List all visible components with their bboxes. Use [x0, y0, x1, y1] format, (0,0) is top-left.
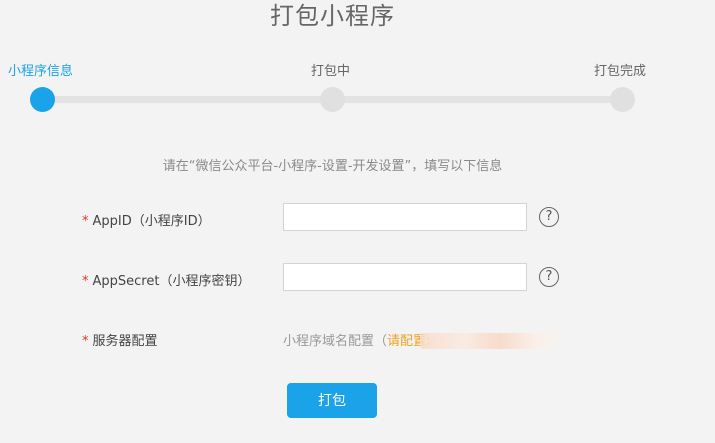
domain-config-prefix: 小程序域名配置（	[283, 334, 388, 349]
appid-label-text: AppID（小程序ID）	[92, 214, 211, 229]
step-label-done: 打包完成	[594, 64, 647, 79]
redacted-area	[420, 333, 565, 349]
appid-label: * AppID（小程序ID）	[82, 210, 211, 229]
page-title: 打包小程序	[270, 2, 395, 30]
server-config-label-text: 服务器配置	[92, 334, 158, 349]
instruction-text: 请在“微信公众平台-小程序-设置-开发设置”，填写以下信息	[162, 159, 503, 174]
step-dot-info	[30, 87, 55, 112]
required-mark: *	[82, 334, 89, 349]
appsecret-label-text: AppSecret（小程序密钥）	[92, 274, 251, 289]
appsecret-label: * AppSecret（小程序密钥）	[82, 270, 250, 289]
step-dot-done	[610, 87, 635, 112]
required-mark: *	[82, 214, 89, 229]
step-label-info: 小程序信息	[8, 64, 74, 79]
domain-config-text: 小程序域名配置（请配置:	[283, 330, 430, 349]
server-config-label: * 服务器配置	[82, 330, 158, 349]
appsecret-input[interactable]	[283, 263, 527, 291]
appsecret-help-icon[interactable]: ?	[539, 267, 559, 287]
step-label-packing: 打包中	[311, 64, 351, 79]
step-dot-packing	[320, 87, 345, 112]
appid-input[interactable]	[283, 203, 527, 231]
pack-button[interactable]: 打包	[287, 383, 377, 418]
appid-help-icon[interactable]: ?	[539, 207, 559, 227]
required-mark: *	[82, 274, 89, 289]
